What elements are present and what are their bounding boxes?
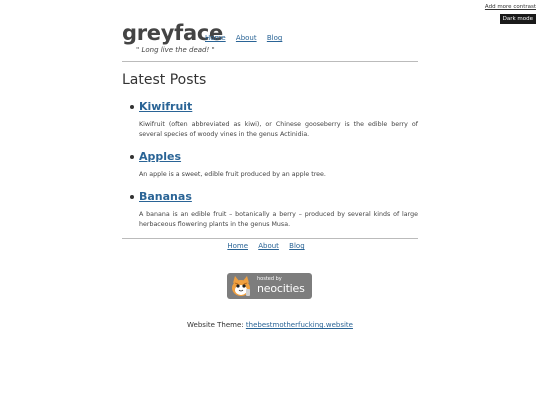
footer-blog-link[interactable]: Blog xyxy=(289,242,304,250)
nav-about-link[interactable]: About xyxy=(236,34,257,42)
dark-mode-button[interactable]: Dark mode xyxy=(499,14,536,24)
nav-blog-link[interactable]: Blog xyxy=(267,34,282,42)
latest-posts-heading: Latest Posts xyxy=(122,72,207,88)
post-title-link[interactable]: Bananas xyxy=(139,190,192,204)
theme-link[interactable]: thebestmotherfucking.website xyxy=(246,321,353,329)
footer-divider xyxy=(122,238,418,239)
post-excerpt: An apple is a sweet, edible fruit produc… xyxy=(139,171,326,178)
site-header: greyface Home About Blog " Long live the… xyxy=(122,20,418,54)
bullet-icon xyxy=(130,155,134,159)
bullet-icon xyxy=(130,195,134,199)
theme-label: Website Theme: xyxy=(187,321,246,329)
site-tagline: " Long live the dead! " xyxy=(136,46,215,54)
add-more-contrast-link[interactable]: Add more contrast xyxy=(485,4,536,10)
site-title: greyface xyxy=(122,21,223,45)
nav-home-link[interactable]: Home xyxy=(205,34,226,42)
footer-home-link[interactable]: Home xyxy=(227,242,248,250)
bullet-icon xyxy=(130,105,134,109)
header-divider xyxy=(122,61,418,62)
neocities-cat-icon xyxy=(232,276,250,296)
top-nav: Home About Blog xyxy=(205,34,290,42)
website-theme-credit: Website Theme: thebestmotherfucking.webs… xyxy=(0,321,540,329)
post-excerpt: A banana is an edible fruit – botanicall… xyxy=(139,211,418,228)
post-title-link[interactable]: Kiwifruit xyxy=(139,100,192,114)
footer-nav: Home About Blog xyxy=(122,242,418,250)
hosted-by-neocities-badge[interactable]: hosted by neocities xyxy=(227,273,312,299)
badge-big-text: neocities xyxy=(257,282,305,295)
post-title-link[interactable]: Apples xyxy=(139,150,181,164)
post-excerpt: Kiwifruit (often abbreviated as kiwi), o… xyxy=(139,121,418,138)
footer-about-link[interactable]: About xyxy=(258,242,279,250)
